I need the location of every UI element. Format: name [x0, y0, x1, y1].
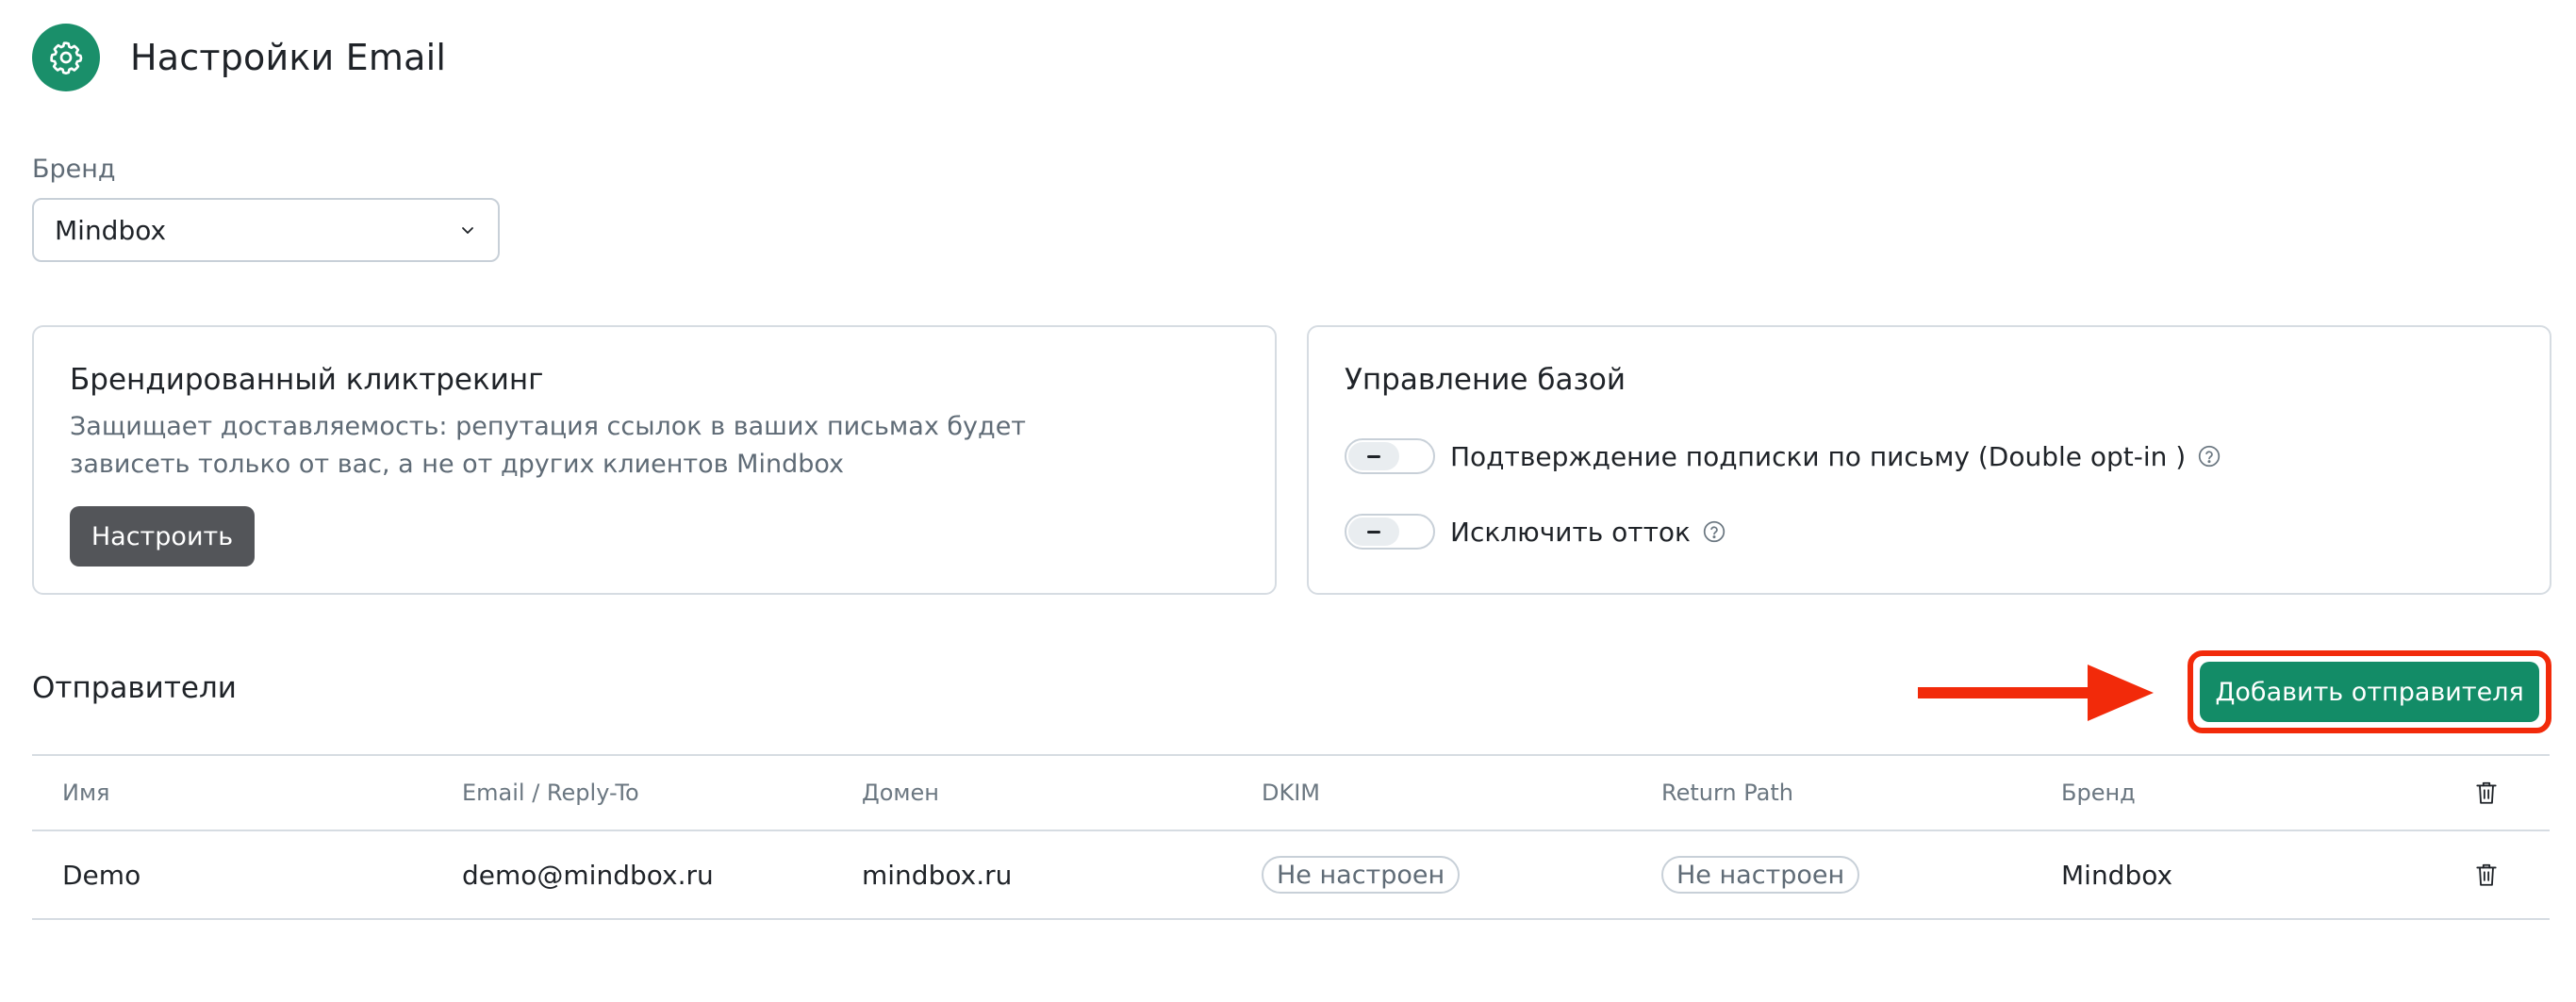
- brand-label: Бренд: [32, 155, 116, 184]
- exclude-churn-toggle[interactable]: [1345, 514, 1435, 550]
- page-title: Настройки Email: [130, 37, 447, 78]
- base-management-title: Управление базой: [1345, 363, 1627, 397]
- toggle-knob: [1348, 517, 1399, 546]
- help-icon[interactable]: [2197, 444, 2221, 468]
- table-header-row: Имя Email / Reply-To Домен DKIM Return P…: [32, 754, 2550, 830]
- sender-brand: Mindbox: [2061, 859, 2173, 891]
- double-opt-in-toggle[interactable]: [1345, 438, 1435, 474]
- brand-select[interactable]: Mindbox: [32, 198, 500, 262]
- exclude-churn-label: Исключить отток: [1450, 516, 1691, 548]
- return-path-cell: Не настроен: [1661, 831, 1860, 918]
- email-settings-page: Настройки Email Бренд Mindbox Брендирова…: [32, 0, 2551, 1002]
- column-header-domain: Домен: [862, 780, 939, 806]
- gear-icon: [32, 24, 100, 91]
- senders-table: Имя Email / Reply-To Домен DKIM Return P…: [32, 754, 2550, 920]
- column-header-brand: Бренд: [2061, 780, 2136, 806]
- click-tracking-description: Защищает доставляемость: репутация ссыло…: [70, 412, 1027, 479]
- return-path-status-badge: Не настроен: [1661, 856, 1860, 894]
- click-tracking-title: Брендированный кликтрекинг: [70, 363, 544, 397]
- sender-email: demo@mindbox.ru: [462, 859, 714, 891]
- column-header-name: Имя: [62, 780, 110, 806]
- exclude-churn-row: Исключить отток: [1345, 514, 1726, 550]
- trash-icon[interactable]: [2474, 756, 2499, 830]
- double-opt-in-row: Подтверждение подписки по письму (Double…: [1345, 438, 2221, 474]
- toggle-knob: [1348, 442, 1399, 470]
- column-header-return-path: Return Path: [1661, 780, 1793, 806]
- brand-select-value: Mindbox: [55, 214, 167, 246]
- click-tracking-card: Брендированный кликтрекинг Защищает дост…: [32, 325, 1277, 595]
- table-row: Demo demo@mindbox.ru mindbox.ru Не настр…: [32, 830, 2550, 920]
- sender-domain: mindbox.ru: [862, 859, 1013, 891]
- chevron-down-icon: [458, 221, 477, 239]
- add-sender-button[interactable]: Добавить отправителя: [2200, 662, 2539, 722]
- dkim-status-badge: Не настроен: [1262, 856, 1461, 894]
- add-sender-highlight: Добавить отправителя: [2188, 650, 2551, 733]
- trash-icon[interactable]: [2474, 831, 2499, 918]
- dkim-cell: Не настроен: [1262, 831, 1461, 918]
- help-icon[interactable]: [1702, 519, 1726, 544]
- page-header: Настройки Email: [32, 24, 446, 91]
- sender-name-link[interactable]: Demo: [62, 831, 140, 918]
- setup-button[interactable]: Настроить: [70, 506, 255, 567]
- senders-title: Отправители: [32, 671, 237, 705]
- arrow-right-icon: [1918, 665, 2154, 721]
- column-header-dkim: DKIM: [1262, 780, 1321, 806]
- column-header-email: Email / Reply-To: [462, 780, 639, 806]
- base-management-card: Управление базой Подтверждение подписки …: [1307, 325, 2551, 595]
- double-opt-in-label: Подтверждение подписки по письму (Double…: [1450, 440, 2187, 472]
